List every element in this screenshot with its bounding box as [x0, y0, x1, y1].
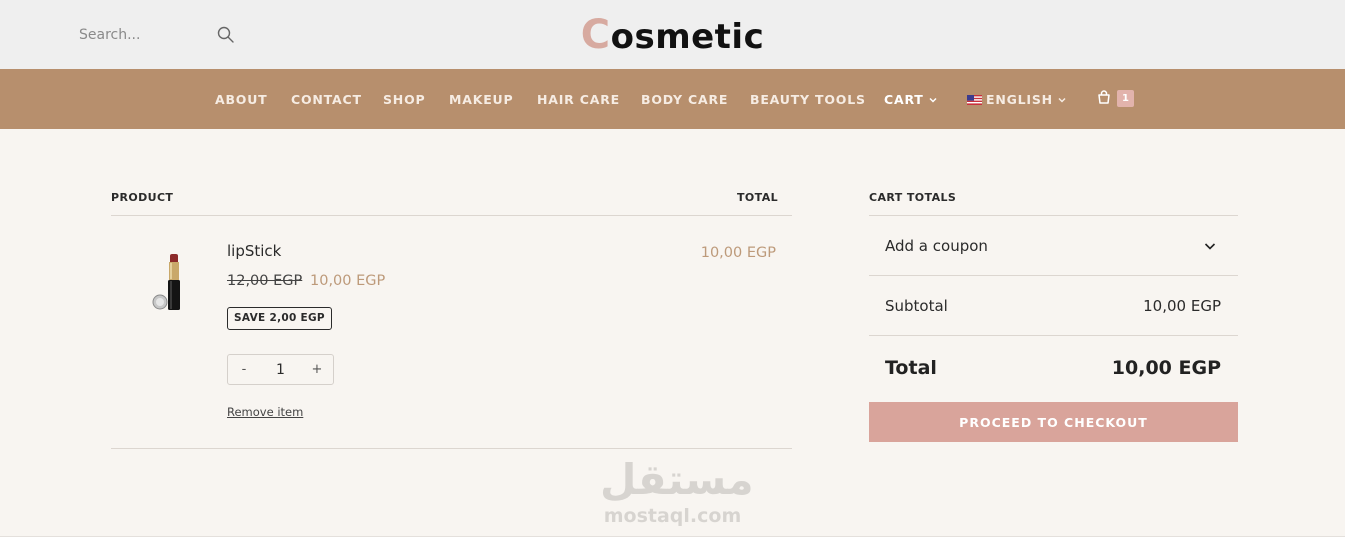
nav-item-label: ABOUT [215, 92, 268, 107]
logo-first-letter: C [580, 12, 611, 58]
nav-item-hair-care[interactable]: HAIR CARE [537, 92, 620, 107]
total-label: Total [885, 357, 937, 379]
remove-item-link[interactable]: Remove item [227, 405, 303, 419]
add-coupon-toggle[interactable]: Add a coupon [869, 216, 1238, 276]
total-value: 10,00 EGP [1111, 357, 1221, 379]
nav-item-shop[interactable]: SHOP [383, 92, 425, 107]
cart-totals-heading: CART TOTALS [869, 191, 957, 204]
proceed-to-checkout-button[interactable]: PROCEED TO CHECKOUT [869, 402, 1238, 442]
line-total: 10,00 EGP [700, 245, 776, 261]
nav-item-cart[interactable]: CART [884, 92, 937, 107]
divider [111, 215, 792, 216]
nav-item-label: CART [884, 92, 924, 107]
nav-item-label: MAKEUP [449, 92, 514, 107]
watermark: مستقل mostaql.com [600, 455, 754, 533]
decrease-quantity-button[interactable]: - [238, 362, 250, 377]
nav-item-body-care[interactable]: BODY CARE [641, 92, 728, 107]
logo-text: osmetic [610, 17, 765, 57]
quantity-input[interactable] [265, 361, 296, 378]
nav-item-label: SHOP [383, 92, 426, 107]
language-label: ENGLISH [986, 92, 1053, 107]
watermark-latin: mostaql.com [603, 505, 742, 527]
site-logo[interactable]: Cosmetic [0, 12, 1345, 58]
regular-price: 12,00 EGP [227, 273, 303, 289]
nav-item-about[interactable]: ABOUT [215, 92, 268, 107]
coupon-label: Add a coupon [885, 237, 988, 255]
nav-item-beauty-tools[interactable]: BEAUTY TOOLS [750, 92, 866, 107]
product-name-link[interactable]: lipStick [227, 242, 281, 260]
nav-item-label: BODY CARE [641, 92, 729, 107]
save-badge: SAVE 2,00 EGP [227, 307, 332, 330]
watermark-arabic: مستقل [600, 455, 754, 504]
cart-count-badge[interactable]: 1 [1117, 90, 1134, 107]
language-switcher[interactable]: ENGLISH [967, 92, 1066, 107]
shopping-bag-icon[interactable] [1096, 89, 1112, 105]
quantity-stepper: - + [227, 354, 334, 385]
sale-price: 10,00 EGP [310, 273, 386, 289]
chevron-down-icon [929, 97, 937, 103]
nav-item-makeup[interactable]: MAKEUP [449, 92, 513, 107]
subtotal-label: Subtotal [885, 297, 948, 315]
nav-item-label: HAIR CARE [537, 92, 620, 107]
chevron-down-icon [1058, 97, 1066, 103]
top-bar: Cosmetic [0, 0, 1345, 69]
subtotal-value: 10,00 EGP [1143, 297, 1221, 315]
nav-item-label: CONTACT [291, 92, 362, 107]
increase-quantity-button[interactable]: + [311, 362, 323, 377]
us-flag-icon [967, 94, 982, 105]
product-column-header: PRODUCT [111, 191, 174, 204]
total-column-header: TOTAL [737, 191, 779, 204]
divider [869, 335, 1238, 336]
nav-item-label: BEAUTY TOOLS [750, 92, 866, 107]
page-bottom-edge [0, 536, 1345, 541]
nav-item-contact[interactable]: CONTACT [291, 92, 362, 107]
chevron-down-icon [1204, 243, 1216, 250]
lipstick-product-image[interactable] [148, 250, 188, 316]
divider [869, 275, 1238, 276]
divider [111, 448, 792, 449]
